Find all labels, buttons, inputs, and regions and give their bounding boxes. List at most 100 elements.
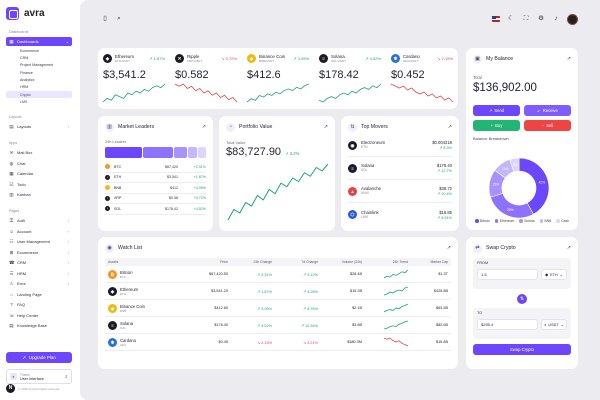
sidebar-item-knowledge-base[interactable]: ▤ Knowledge Base xyxy=(6,321,72,330)
sidebar-item-calendar[interactable]: ▦ Calendar xyxy=(6,169,72,178)
sidebar-item-error[interactable]: ⚠ Error › xyxy=(6,279,72,288)
sidebar-item-dashboards[interactable]: ▦ Dashboards ⌄ xyxy=(6,37,72,46)
swap-from: FROM 1.5 ◆ ETH ⌄ xyxy=(473,258,571,289)
fullscreen-icon[interactable]: ⛶ xyxy=(521,14,531,24)
column-header[interactable]: 24h Trend xyxy=(362,260,408,264)
ticker-solana[interactable]: ≡ Solana SOL/USDT ↗ 4.52% $178.42 xyxy=(314,48,386,109)
to-coin-select[interactable]: ● USDT ⌄ xyxy=(541,319,567,330)
sidebar-item-label: Mail Box xyxy=(17,150,33,156)
swap-crypto-button[interactable]: Swap Crypto xyxy=(473,344,571,355)
sidebar-item-ecommerce[interactable]: ⊞ Ecommerce › xyxy=(6,248,72,257)
bell-icon[interactable]: ♪ xyxy=(551,14,561,24)
leader-row[interactable]: • SOL $178.42 +4.52% xyxy=(105,204,206,215)
column-header[interactable]: 7d Change xyxy=(272,260,318,264)
legend-item: Solana xyxy=(519,219,535,223)
sidebar-item-landing-page[interactable]: ⌂ Landing Page xyxy=(6,290,72,299)
asset-names: Cardano ADA xyxy=(120,338,136,347)
sidebar-subitem-crm[interactable]: CRM xyxy=(6,55,72,62)
asset-symbol: ADA xyxy=(120,342,127,347)
sell-button[interactable]: − Sell xyxy=(524,120,571,131)
sidebar-subitem-analytics[interactable]: Analytics xyxy=(6,77,72,84)
sidebar-item-layouts[interactable]: ▤ Layouts › xyxy=(6,122,72,131)
ticker-change-value: 1.87% xyxy=(153,56,165,61)
sidebar-item-label: Help Center xyxy=(17,312,39,318)
moon-icon[interactable]: ☾ xyxy=(506,14,516,24)
send-button[interactable]: ↗ Send xyxy=(473,105,520,116)
column-header[interactable]: 24h Change xyxy=(228,260,272,264)
ticker-ethereum[interactable]: ◆ Ethereum ETH/USDT ↗ 1.87% $3,541.2 xyxy=(98,48,170,109)
column-header[interactable]: Price xyxy=(188,260,228,264)
action-icon: − xyxy=(541,123,545,128)
settings-icon[interactable]: ⚙ xyxy=(536,14,546,24)
sidebar-item-help-center[interactable]: ☏ Help Center xyxy=(6,311,72,320)
ticker-cardano[interactable]: ✱ Cardano ADA/USDT ↘ 2.15% $0.452 xyxy=(386,48,458,109)
market-cap-cell: $63.5B xyxy=(435,306,448,310)
avatar[interactable] xyxy=(567,14,578,25)
topbar: ▯ ⌕ ☾ ⛶ ⚙ ♪ xyxy=(80,0,600,40)
sidebar-subitem-lms[interactable]: LMS xyxy=(6,99,72,106)
sidebar-item-account[interactable]: ☺ Account › xyxy=(6,227,72,236)
leader-row[interactable]: • BNB $412 +3.05% xyxy=(105,183,206,194)
column-header[interactable]: Assets xyxy=(108,260,188,264)
arrow-up-right-icon[interactable]: ↗ xyxy=(447,245,451,251)
layout-icon: ▤ xyxy=(9,124,14,130)
sidebar-item-kanban[interactable]: ▥ Kanban xyxy=(6,190,72,199)
column-header[interactable]: Market Cap xyxy=(408,260,448,264)
sidebar-subitem-project-management[interactable]: Project Management xyxy=(6,62,72,69)
upgrade-plan-button[interactable]: ➚ Upgrade Plan xyxy=(6,352,72,363)
table-row[interactable]: ◈ Binance Coin BNB $412.60 ↗ 3.05% ↗ 8.76% $2.… xyxy=(105,300,451,317)
leader-row[interactable]: • XRP $0.58 +0.72% xyxy=(105,194,206,204)
leader-row[interactable]: • BTC $67,420 +2.31% xyxy=(105,162,206,173)
arrow-up-right-icon[interactable]: ↗ xyxy=(448,124,452,130)
table-row[interactable]: ₿ Bitcoin BTC $67,420.50 ↗ 2.31% ↗ 5.12% $28.4… xyxy=(105,266,451,283)
table-row[interactable]: ✱ Cardano ADA $0.45 ↘ 2.15% ↘ 3.21% $380.0M $15… xyxy=(105,334,451,351)
table-row[interactable]: ◆ Ethereum ETH $3,541.20 ↗ 1.87% ↗ 4.28% $15.2… xyxy=(105,283,451,300)
from-amount-input[interactable]: 1.5 xyxy=(477,269,538,280)
from-coin-select[interactable]: ◆ ETH ⌄ xyxy=(541,269,567,280)
leader-symbol: ETH xyxy=(114,175,122,180)
sidebar-item-chat[interactable]: ◍ Chat xyxy=(6,159,72,168)
ticker-change-value: 3.05% xyxy=(297,56,309,61)
column-header[interactable]: Volume (24h) xyxy=(318,260,362,264)
search-icon[interactable]: ⌕ xyxy=(114,14,124,24)
price-cell: $3,541.20 xyxy=(211,289,228,293)
ticker-ripple[interactable]: ✕ Ripple XRP/USDT ↘ 0.72% $0.582 xyxy=(170,48,242,109)
theme-selector[interactable]: ◐ Theme User Interface ⇕ xyxy=(6,369,72,384)
mover-symbol: LINK xyxy=(361,214,369,219)
swap-direction-button[interactable]: ⇅ xyxy=(517,294,527,304)
sidebar-subitem-finance[interactable]: Finance xyxy=(6,69,72,76)
mover-row[interactable]: ⬡ Chainlink LINK $16.85 ↗ 8.91% xyxy=(348,203,452,226)
sidebar-item-todo[interactable]: ☑ Todo xyxy=(6,180,72,189)
sidebar-subitem-ecommerce[interactable]: Ecommerce xyxy=(6,48,72,55)
arrow-up-right-icon[interactable]: ↗ xyxy=(324,124,328,130)
arrow-up-right-icon[interactable]: ↗ xyxy=(202,124,206,130)
ticker-names: Solana SOL/USDT xyxy=(331,54,346,63)
mover-row[interactable]: ◉ Electroneum ETN $0.004218 ↗ 8.3% xyxy=(348,134,452,157)
buy-button[interactable]: + Buy xyxy=(473,120,520,131)
sidebar-item-crm[interactable]: ☎ CRM › xyxy=(6,258,72,267)
page-icon: ☏ xyxy=(9,312,15,318)
n-badge[interactable]: N xyxy=(6,384,15,393)
sidebar-subitem-hrm[interactable]: HRM xyxy=(6,84,72,91)
sidebar-item-auth[interactable]: ⚿ Auth › xyxy=(6,216,72,225)
sidebar-item-label: CRM xyxy=(17,260,27,266)
arrow-up-right-icon[interactable]: ↗ xyxy=(567,245,571,251)
sidebar-item-user-management[interactable]: ☷ User Management › xyxy=(6,237,72,246)
sidebar-subitem-crypto[interactable]: Crypto xyxy=(6,91,72,99)
sidebar-item-mail-box[interactable]: ✉ Mail Box xyxy=(6,148,72,157)
table-row[interactable]: ≡ Solana SOL $178.40 ↗ 4.52% ↗ 12.34% $3.8B $82… xyxy=(105,317,451,334)
flag-icon[interactable] xyxy=(492,16,500,22)
to-amount-input[interactable]: $295.4 xyxy=(477,319,538,330)
trend-sparkline xyxy=(384,303,408,313)
page-icon: ⚠ xyxy=(9,281,14,287)
mover-row[interactable]: ▲ Avalanche AVAX $38.72 ↗ 10.4% xyxy=(348,180,452,203)
sidebar-toggle-icon[interactable]: ▯ xyxy=(100,14,110,24)
receive-button[interactable]: ↙ Receive xyxy=(524,105,571,116)
ticker-binance-coin[interactable]: ◈ Binance Coin BNB/USDT ↗ 3.05% $412.6 xyxy=(242,48,314,109)
sidebar-item-hrm[interactable]: ☰ HRM › xyxy=(6,269,72,278)
arrow-up-right-icon[interactable]: ↗ xyxy=(567,56,571,62)
sidebar-item-faq[interactable]: ? FAQ xyxy=(6,300,72,309)
mover-row[interactable]: ≡ Solana SOL $178.40 ↗ 12.7% xyxy=(348,157,452,180)
logo[interactable]: avra xyxy=(6,6,72,20)
leader-row[interactable]: • ETH $3,541 +1.87% xyxy=(105,173,206,183)
